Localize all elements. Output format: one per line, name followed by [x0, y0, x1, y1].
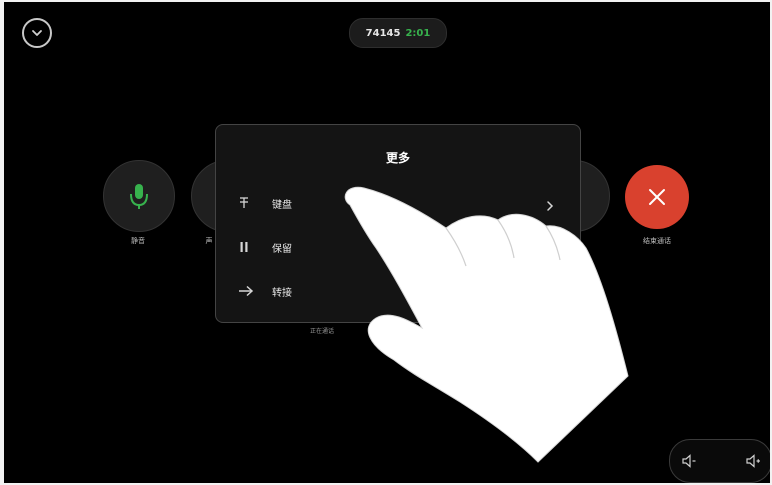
volume-down-icon[interactable] — [680, 452, 698, 470]
pointing-hand-icon — [344, 186, 629, 463]
volume-up-icon[interactable] — [744, 452, 762, 470]
volume-control — [669, 439, 770, 483]
call-screen: 74145 2:01 静音 声 结束通话 正在通话 更多 键盘 保留 转接 — [4, 2, 770, 483]
